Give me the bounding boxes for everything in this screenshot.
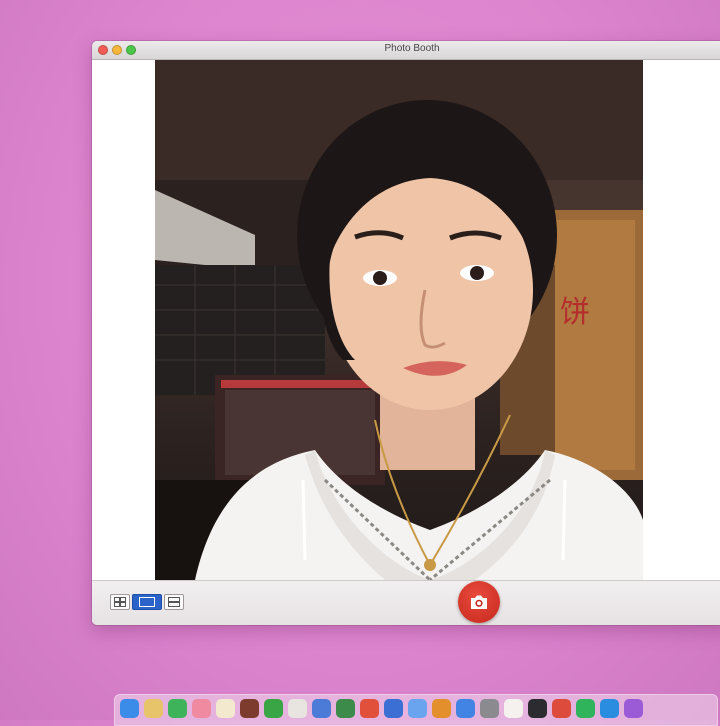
take-photo-button[interactable] [458, 581, 500, 623]
browser-icon[interactable] [360, 699, 379, 718]
skype-icon[interactable] [600, 699, 619, 718]
dark-app-icon[interactable] [528, 699, 547, 718]
finder-icon[interactable] [120, 699, 139, 718]
app-icon[interactable] [264, 699, 283, 718]
single-frame-icon [139, 597, 155, 607]
window-title: Photo Booth [384, 43, 440, 54]
camera-preview: 饼 [155, 60, 643, 580]
mail-icon[interactable] [408, 699, 427, 718]
notes-icon[interactable] [144, 699, 163, 718]
camera-icon [471, 595, 487, 609]
pen-icon[interactable] [432, 699, 451, 718]
preview-stage: 饼 [92, 60, 720, 580]
pages-icon[interactable] [216, 699, 235, 718]
spotify-icon[interactable] [576, 699, 595, 718]
preview-icon[interactable] [312, 699, 331, 718]
settings-icon[interactable] [480, 699, 499, 718]
messages-icon[interactable] [168, 699, 187, 718]
calendar-icon[interactable] [504, 699, 523, 718]
misc-icon[interactable] [624, 699, 643, 718]
grid-icon [114, 597, 126, 607]
selfie-image: 饼 [155, 60, 643, 580]
title-bar[interactable]: Photo Booth [92, 41, 720, 60]
strip-view-button[interactable] [164, 594, 184, 610]
dock [114, 694, 718, 726]
chart-icon[interactable] [336, 699, 355, 718]
bottom-toolbar [92, 580, 720, 625]
music-icon[interactable] [384, 699, 403, 718]
photos-icon[interactable] [192, 699, 211, 718]
strip-icon [168, 597, 180, 607]
single-view-button[interactable] [132, 594, 162, 610]
folder-icon[interactable] [288, 699, 307, 718]
chrome-icon[interactable] [552, 699, 571, 718]
app-store-icon[interactable] [456, 699, 475, 718]
grid-view-button[interactable] [110, 594, 130, 610]
svg-text:饼: 饼 [560, 295, 590, 330]
video-icon[interactable] [240, 699, 259, 718]
photo-booth-window: Photo Booth 饼 [92, 41, 720, 625]
